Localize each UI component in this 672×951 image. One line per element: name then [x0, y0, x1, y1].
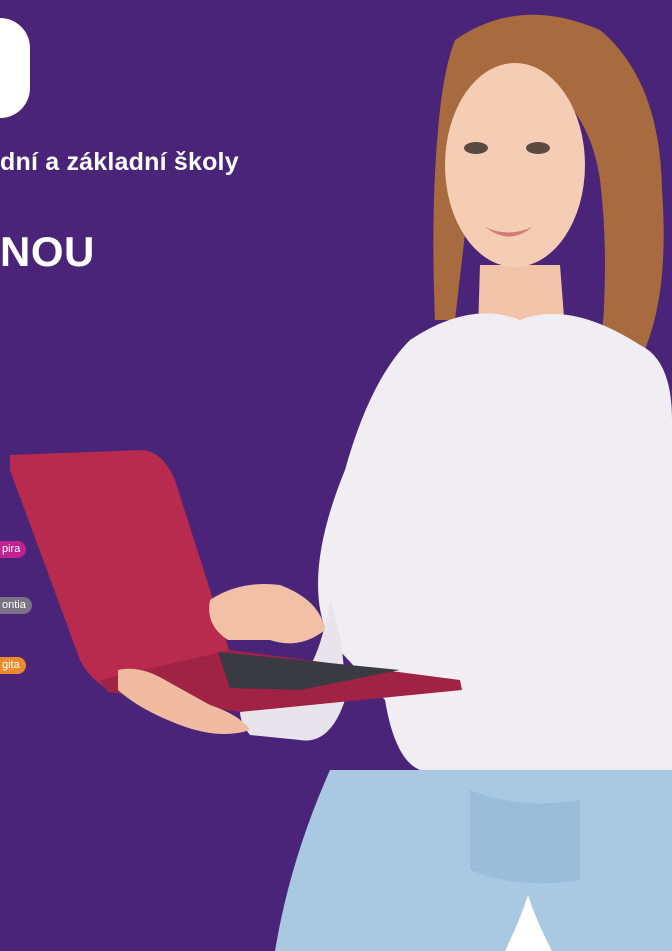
eye-right: [526, 142, 550, 154]
eye-left: [464, 142, 488, 154]
hand-right: [209, 584, 325, 644]
hero-banner: dní a základní školy NOU pira ontia gita: [0, 0, 672, 951]
jeans-pocket: [470, 790, 580, 884]
student-with-laptop-photo: [10, 14, 672, 951]
face: [445, 63, 585, 267]
sweater: [318, 313, 672, 784]
